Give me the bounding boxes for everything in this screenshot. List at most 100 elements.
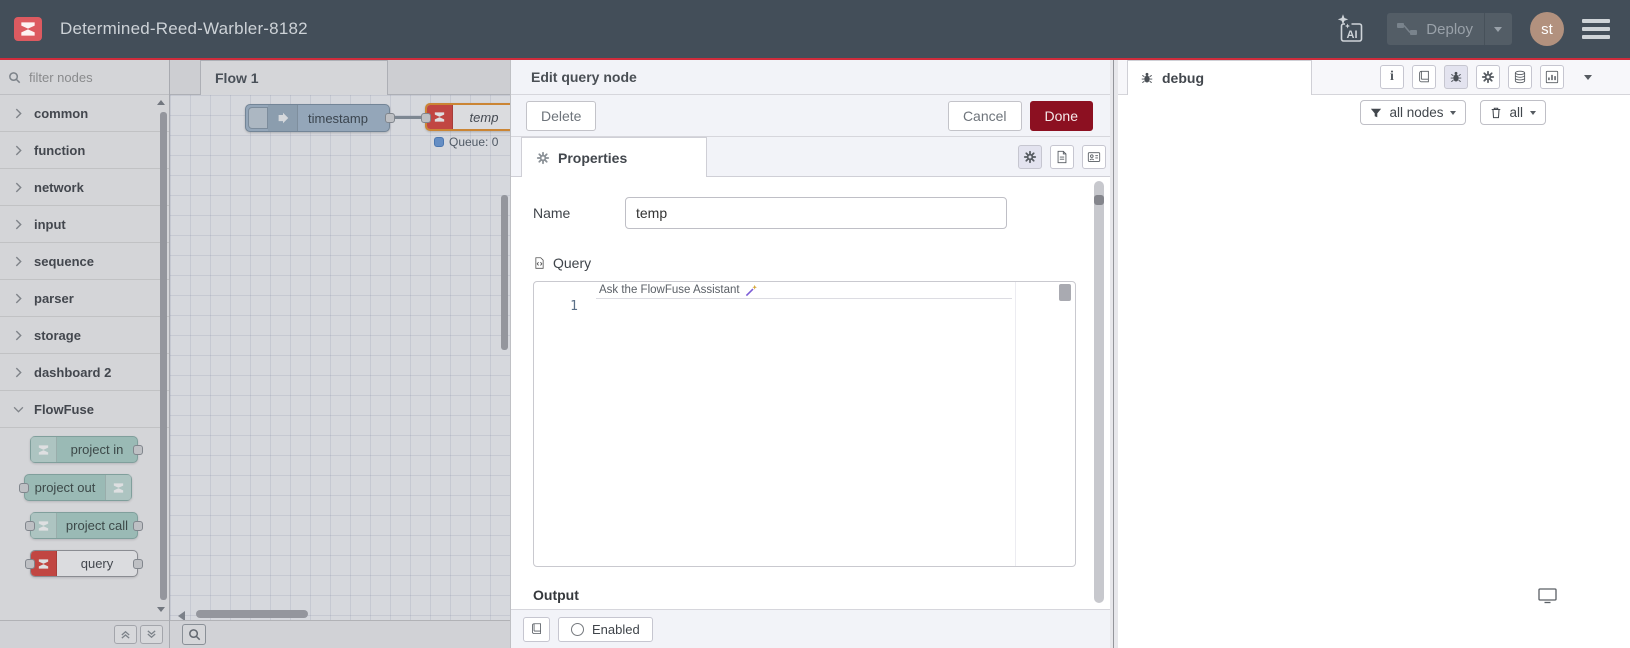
chevron-right-icon [15, 182, 22, 192]
info-icon: i [1390, 69, 1394, 84]
tab-debug[interactable]: debug [1127, 60, 1312, 95]
tab-properties[interactable]: Properties [521, 137, 707, 177]
editor-line-number: 1 [570, 299, 578, 314]
open-debug-window-button[interactable] [1538, 588, 1557, 609]
palette-search[interactable] [0, 60, 169, 95]
sidebar-context-button[interactable] [1508, 65, 1532, 89]
palette-category-common[interactable]: common [0, 95, 169, 132]
palette-category-function[interactable]: function [0, 132, 169, 169]
flowfuse-logo-icon [14, 17, 42, 41]
delete-button[interactable]: Delete [526, 100, 597, 131]
ai-assistant-icon[interactable]: AI [1333, 12, 1369, 46]
palette-scroll-down-icon[interactable] [157, 607, 165, 612]
tray-tab-bar: Properties [511, 137, 1110, 177]
chevron-right-icon [15, 256, 22, 266]
name-field[interactable] [625, 197, 1007, 229]
monitor-icon [1538, 588, 1557, 604]
palette-category-network[interactable]: network [0, 169, 169, 206]
node-status: Queue: 0 [434, 135, 498, 149]
palette-filter-input[interactable] [27, 68, 147, 86]
node-help-button[interactable] [523, 616, 550, 642]
node-output-port [133, 521, 143, 531]
palette-node-project-in[interactable]: project in [30, 436, 143, 463]
tab-properties-icon-button[interactable] [1018, 145, 1042, 169]
bar-chart-icon [1545, 70, 1559, 84]
deploy-button[interactable]: Deploy [1387, 13, 1512, 45]
node-enabled-toggle[interactable]: Enabled [558, 616, 653, 642]
sidebar-debug-button[interactable] [1444, 65, 1468, 89]
user-avatar[interactable]: st [1530, 12, 1564, 46]
sidebar-tab-bar: debug i [1118, 60, 1630, 95]
debug-filter-row: all nodes all [1118, 95, 1630, 130]
tray-toolbar: Delete Cancel Done [511, 95, 1110, 137]
sidebar-options-caret-icon[interactable] [1584, 75, 1592, 80]
palette-scroll-up-icon[interactable] [157, 100, 165, 105]
palette-node-project-call[interactable]: project call [25, 512, 143, 539]
deploy-options-caret-icon[interactable] [1494, 26, 1502, 32]
sidebar-config-button[interactable] [1476, 65, 1500, 89]
palette-category-parser[interactable]: parser [0, 280, 169, 317]
debug-sidebar: debug i all nodes all [1118, 60, 1630, 648]
expand-all-categories-button[interactable] [140, 625, 163, 644]
canvas-node-temp[interactable]: temp [421, 103, 517, 131]
zoom-search-button[interactable] [182, 624, 206, 645]
palette-category-input[interactable]: input [0, 206, 169, 243]
main-menu-icon[interactable] [1582, 19, 1610, 39]
chevron-right-icon [15, 145, 22, 155]
palette-scrollbar[interactable] [160, 112, 167, 600]
search-icon [9, 71, 21, 83]
sidebar-resize-handle[interactable] [1110, 60, 1118, 648]
svg-text:AI: AI [1347, 29, 1358, 41]
code-file-icon [535, 257, 544, 269]
flowfuse-node-icon [105, 475, 131, 500]
tab-appearance-button[interactable] [1082, 145, 1106, 169]
chevron-down-icon [13, 406, 24, 413]
palette-category-dashboard2[interactable]: dashboard 2 [0, 354, 169, 391]
tray-footer: Enabled [511, 609, 1110, 648]
query-code-editor[interactable]: 1 Ask the FlowFuse Assistant [533, 281, 1076, 567]
assistant-placeholder[interactable]: Ask the FlowFuse Assistant [596, 282, 1012, 299]
tray-title: Edit query node [511, 60, 1110, 95]
sidebar-dashboard-button[interactable] [1540, 65, 1564, 89]
node-output-port[interactable] [385, 113, 395, 123]
collapse-all-categories-button[interactable] [114, 625, 137, 644]
node-input-port [25, 521, 35, 531]
funnel-icon [1371, 108, 1382, 117]
palette-footer [0, 620, 169, 648]
editor-scrollbar[interactable] [1059, 284, 1071, 301]
tab-flow-1[interactable]: Flow 1 [200, 60, 388, 95]
instance-title: Determined-Reed-Warbler-8182 [60, 19, 308, 38]
form-scrollbar[interactable] [1094, 181, 1104, 603]
output-section-label: Output [533, 587, 579, 603]
sidebar-help-button[interactable] [1412, 65, 1436, 89]
book-icon [532, 623, 541, 634]
inject-trigger-button[interactable] [248, 107, 268, 129]
canvas-vertical-scrollbar[interactable] [501, 195, 508, 350]
palette-node-project-out[interactable]: project out [19, 474, 132, 501]
palette-category-sequence[interactable]: sequence [0, 243, 169, 280]
book-icon [1419, 70, 1429, 83]
status-dot-icon [434, 137, 444, 147]
magic-wand-icon [745, 284, 757, 296]
debug-clear-button[interactable]: all [1480, 100, 1546, 125]
chevron-right-icon [15, 219, 22, 229]
done-button[interactable]: Done [1029, 100, 1093, 131]
canvas-node-timestamp[interactable]: timestamp [245, 104, 395, 132]
edit-node-tray: Edit query node Delete Cancel Done Prope… [510, 60, 1110, 648]
canvas-horizontal-scrollbar[interactable] [196, 610, 308, 618]
form-scrollbar-thumb[interactable] [1094, 195, 1104, 205]
name-label: Name [533, 205, 571, 221]
cancel-button[interactable]: Cancel [947, 100, 1022, 131]
debug-filter-button[interactable]: all nodes [1360, 100, 1467, 125]
palette-category-storage[interactable]: storage [0, 317, 169, 354]
node-input-port [25, 559, 35, 569]
palette-node-query[interactable]: query [25, 550, 143, 577]
palette-category-flowfuse[interactable]: FlowFuse [0, 391, 169, 428]
node-input-port[interactable] [421, 113, 431, 123]
chevron-right-icon [15, 108, 22, 118]
tab-description-button[interactable] [1050, 145, 1074, 169]
node-input-port [19, 483, 29, 493]
header: Determined-Reed-Warbler-8182 AI Deploy s… [0, 0, 1630, 60]
appearance-icon [1087, 152, 1101, 162]
sidebar-info-button[interactable]: i [1380, 65, 1404, 89]
